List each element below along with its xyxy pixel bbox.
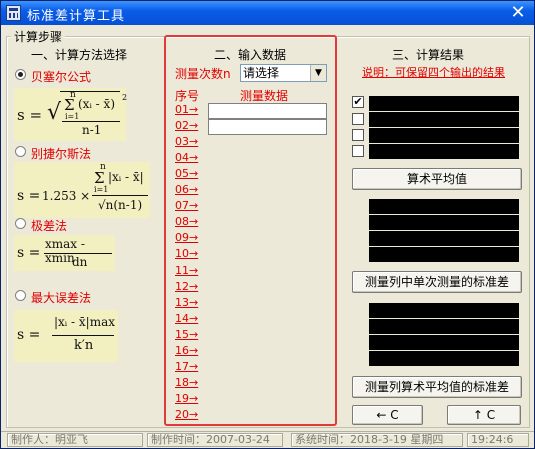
mean-result-slot-3: [369, 128, 519, 143]
formula-lhs: s =: [17, 245, 41, 261]
formula-denominator: √n(n-1): [98, 198, 143, 212]
window-title: 标准差计算工具: [27, 9, 126, 24]
title-bar: 标准差计算工具 ✕: [1, 1, 534, 25]
sqrt-bar: [60, 91, 120, 92]
formula-coef: 1.253 ×: [42, 189, 91, 203]
mean-result-slot-1: [369, 96, 519, 111]
sqrt-icon: √: [47, 100, 62, 125]
formula-lhs: s =: [17, 327, 41, 343]
up-clear-button[interactable]: ↑ C: [447, 405, 521, 425]
mean-result-slot-4: [369, 144, 519, 159]
method-max-error-label: 最大误差法: [31, 291, 92, 305]
formula-term: (xᵢ - x̄): [78, 97, 115, 111]
row-label-01[interactable]: 01→: [175, 103, 198, 116]
row-label-10[interactable]: 10→: [175, 247, 198, 260]
method-peters-label: 别捷尔斯法: [31, 147, 92, 161]
formula-range: s = xmax - xmin dn: [14, 235, 115, 271]
sum-bottom: i=1: [94, 185, 109, 194]
count-select-value: 请选择: [243, 66, 280, 80]
keep-result-checkbox-2[interactable]: [352, 113, 364, 125]
row-label-19[interactable]: 19→: [175, 392, 198, 405]
row-label-14[interactable]: 14→: [175, 312, 198, 325]
row-label-02[interactable]: 02→: [175, 119, 198, 132]
radio-circle: [15, 290, 26, 301]
data-header: 测量数据: [240, 89, 289, 103]
fraction-bar: [62, 121, 120, 122]
status-author: 制作人：明亚飞: [7, 433, 143, 447]
close-button[interactable]: ✕: [508, 3, 528, 23]
single-sd-slot-4: [369, 247, 519, 262]
results-note: 说明：可保留四个输出的结果: [362, 66, 505, 79]
formula-denominator: k′n: [74, 338, 94, 353]
chevron-down-icon[interactable]: ▼: [310, 65, 326, 81]
keep-result-checkbox-3[interactable]: [352, 129, 364, 141]
main-window: 标准差计算工具 ✕ 计算步骤 一、计算方法选择 贝塞尔公式 s = √ n Σ …: [0, 0, 535, 449]
mean-button[interactable]: 算术平均值: [352, 168, 522, 190]
input-section-title: 二、输入数据: [214, 48, 287, 62]
method-range-label: 极差法: [31, 219, 68, 233]
single-sd-slot-3: [369, 231, 519, 246]
count-label: 测量次数n: [175, 67, 231, 81]
mean-sd-slot-2: [369, 319, 519, 334]
data-input-01[interactable]: [208, 103, 327, 119]
radio-circle: [15, 146, 26, 157]
single-sd-slot-1: [369, 199, 519, 214]
back-clear-button[interactable]: ← C: [352, 405, 423, 425]
formula-denominator: n-1: [82, 123, 102, 137]
formula-max-error: s = |xᵢ - x̄|max k′n: [14, 310, 118, 362]
status-made-time: 制作时间：2007-03-24: [147, 433, 283, 447]
sum-bottom: i=1: [65, 112, 80, 121]
row-label-04[interactable]: 04→: [175, 151, 198, 164]
formula-lhs: s =: [17, 188, 41, 204]
row-label-16[interactable]: 16→: [175, 344, 198, 357]
row-label-06[interactable]: 06→: [175, 183, 198, 196]
row-label-13[interactable]: 13→: [175, 296, 198, 309]
mean-sd-slot-3: [369, 335, 519, 350]
formula-power: 2: [122, 93, 128, 102]
row-label-20[interactable]: 20→: [175, 408, 198, 421]
status-bar: 制作人：明亚飞 制作时间：2007-03-24 系统时间：2018-3-19 星…: [1, 431, 534, 448]
fraction-bar: [44, 253, 112, 254]
single-sd-slot-2: [369, 215, 519, 230]
row-label-07[interactable]: 07→: [175, 199, 198, 212]
formula-denominator: dn: [72, 255, 88, 269]
mean-result-slot-2: [369, 112, 519, 127]
row-label-18[interactable]: 18→: [175, 376, 198, 389]
method-bessel-label: 贝塞尔公式: [31, 70, 92, 84]
seq-header: 序号: [175, 89, 200, 103]
data-input-02[interactable]: [208, 119, 327, 135]
mean-sd-slot-1: [369, 303, 519, 318]
row-label-05[interactable]: 05→: [175, 167, 198, 180]
single-sd-button[interactable]: 测量列中单次测量的标准差: [352, 271, 522, 293]
status-system-date: 系统时间：2018-3-19 星期四: [291, 433, 463, 447]
formula-lhs: s =: [17, 106, 43, 124]
fraction-bar: [52, 335, 114, 336]
row-label-12[interactable]: 12→: [175, 280, 198, 293]
mean-sd-button[interactable]: 测量列算术平均值的标准差: [352, 376, 522, 398]
formula-numerator: |xᵢ - x̄|max: [54, 315, 116, 329]
count-select[interactable]: 请选择 ▼: [240, 64, 327, 82]
status-system-time: 19:24:6: [467, 433, 529, 447]
keep-result-checkbox-1[interactable]: ✔: [352, 96, 364, 108]
steps-group-label: 计算步骤: [11, 28, 66, 45]
mean-sd-slot-4: [369, 351, 519, 366]
fraction-bar: [92, 195, 148, 196]
row-label-17[interactable]: 17→: [175, 360, 198, 373]
keep-result-checkbox-4[interactable]: [352, 145, 364, 157]
formula-peters: s = 1.253 × n Σ i=1 |xᵢ - x̄| √n(n-1): [14, 162, 150, 218]
formula-bessel: s = √ n Σ i=1 (xᵢ - x̄) 2 n-1: [14, 88, 128, 141]
row-label-03[interactable]: 03→: [175, 135, 198, 148]
calculator-icon: [6, 5, 21, 21]
radio-circle: [15, 69, 26, 80]
row-label-08[interactable]: 08→: [175, 215, 198, 228]
row-label-11[interactable]: 11→: [175, 264, 198, 277]
row-label-15[interactable]: 15→: [175, 328, 198, 341]
row-label-09[interactable]: 09→: [175, 231, 198, 244]
radio-circle: [15, 218, 26, 229]
results-section-title: 三、计算结果: [392, 48, 465, 62]
formula-term: |xᵢ - x̄|: [108, 170, 144, 184]
methods-section-title: 一、计算方法选择: [31, 48, 128, 62]
